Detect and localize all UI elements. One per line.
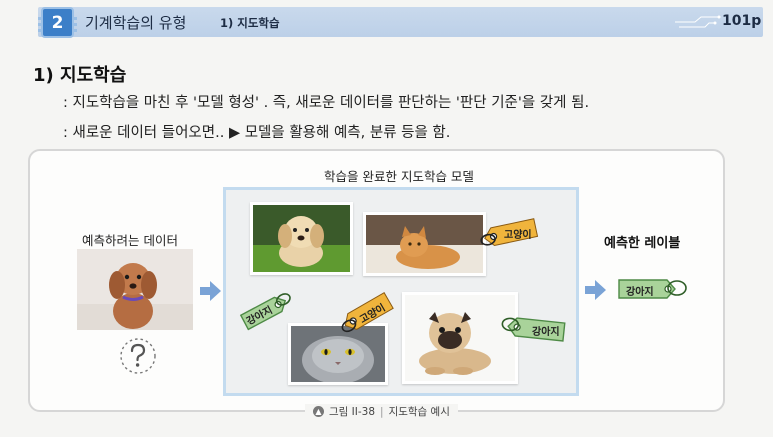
caption-arrow-icon: ▲ xyxy=(313,406,324,417)
label-tag-dog-1: 강아지 xyxy=(232,283,296,341)
section-title: 1) 지도학습 xyxy=(33,65,127,86)
label-tag-cat-1: 고양이 xyxy=(478,216,542,248)
caption-number: 그림 II-38 xyxy=(329,406,376,418)
chapter-number: 2 xyxy=(51,12,64,33)
tag-text: 고양이 xyxy=(504,230,532,241)
caption-text: 지도학습 예시 xyxy=(388,406,450,418)
input-dog-photo xyxy=(77,249,193,330)
figure-caption: ▲ 그림 II-38 | 지도학습 예시 xyxy=(305,404,458,419)
caption-separator: | xyxy=(380,405,384,418)
description-line-1: : 지도학습을 마친 후 '모델 형성' . 즉, 새로운 데이터를 판단하는 … xyxy=(63,95,590,111)
tag-text: 강아지 xyxy=(532,327,560,338)
chapter-title: 기계학습의 유형 xyxy=(85,14,187,32)
chapter-number-chip: 2 xyxy=(38,7,77,38)
page-number: 101p xyxy=(722,13,762,29)
label-tag-cat-2: 고양이 xyxy=(336,290,398,336)
arrow-right-icon xyxy=(585,280,606,300)
output-label-tag: 강아지 xyxy=(615,274,691,304)
golden-puppy-photo xyxy=(250,202,353,275)
arrow-right-icon xyxy=(200,281,221,301)
chapter-subtitle: 1) 지도학습 xyxy=(220,16,280,30)
description-line-2: : 새로운 데이터 들어오면.. ▶ 모델을 활용해 예측, 분류 등을 함. xyxy=(63,125,451,141)
input-data-label: 예측하려는 데이터 xyxy=(82,233,178,248)
orange-cat-photo xyxy=(363,212,486,276)
model-title: 학습을 완료한 지도학습 모델 xyxy=(324,169,474,184)
output-label-title: 예측한 레이블 xyxy=(604,236,681,251)
tag-text: 강아지 xyxy=(626,287,654,298)
label-tag-dog-2: 강아지 xyxy=(498,312,572,346)
question-mark-icon xyxy=(120,338,156,374)
